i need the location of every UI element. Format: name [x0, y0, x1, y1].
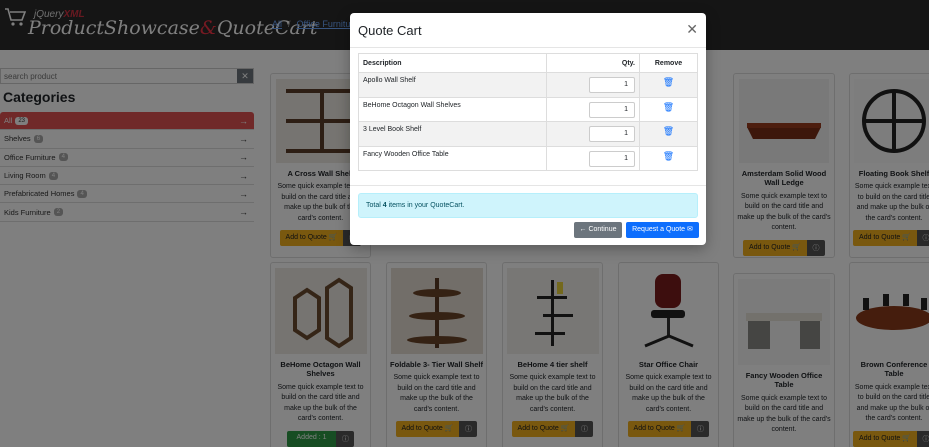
trash-icon[interactable]: 🗑 — [663, 151, 674, 161]
quote-cart-table: Description Qty. Remove Apollo Wall Shel… — [358, 53, 698, 171]
quantity-input[interactable]: 1 — [589, 150, 635, 167]
quote-total-alert: Total 4 items in your QuoteCart. — [358, 193, 698, 218]
quote-cart-modal: Quote Cart ✕ Description Qty. Remove Apo… — [350, 13, 706, 245]
item-description: Fancy Wooden Office Table — [358, 145, 547, 171]
continue-button[interactable]: ← Continue — [574, 222, 622, 238]
trash-icon[interactable]: 🗑 — [663, 126, 674, 136]
modal-body-divider — [350, 185, 706, 186]
quantity-input[interactable]: 1 — [589, 126, 635, 142]
trash-icon[interactable]: 🗑 — [663, 77, 674, 87]
quantity-input[interactable]: 1 — [589, 77, 635, 93]
col-qty: Qty. — [546, 53, 640, 73]
envelope-icon: ✉ — [687, 226, 693, 233]
table-row: Fancy Wooden Office Table 1 🗑 — [358, 145, 698, 171]
close-icon[interactable]: ✕ — [686, 21, 698, 38]
item-description: Apollo Wall Shelf — [358, 72, 547, 98]
modal-header-divider — [350, 47, 706, 48]
table-row: 3 Level Book Shelf 1 🗑 — [358, 121, 698, 147]
table-header-row: Description Qty. Remove — [358, 53, 698, 73]
item-description: 3 Level Book Shelf — [358, 121, 547, 147]
item-description: BeHome Octagon Wall Shelves — [358, 96, 547, 122]
col-description: Description — [358, 53, 547, 73]
col-remove: Remove — [639, 53, 698, 73]
table-row: Apollo Wall Shelf 1 🗑 — [358, 72, 698, 98]
request-quote-button[interactable]: Request a Quote ✉ — [626, 222, 699, 238]
table-row: BeHome Octagon Wall Shelves 1 🗑 — [358, 96, 698, 122]
trash-icon[interactable]: 🗑 — [663, 102, 674, 112]
modal-title: Quote Cart — [358, 23, 422, 38]
quantity-input[interactable]: 1 — [589, 101, 635, 118]
arrow-left-icon: ← — [579, 226, 587, 233]
